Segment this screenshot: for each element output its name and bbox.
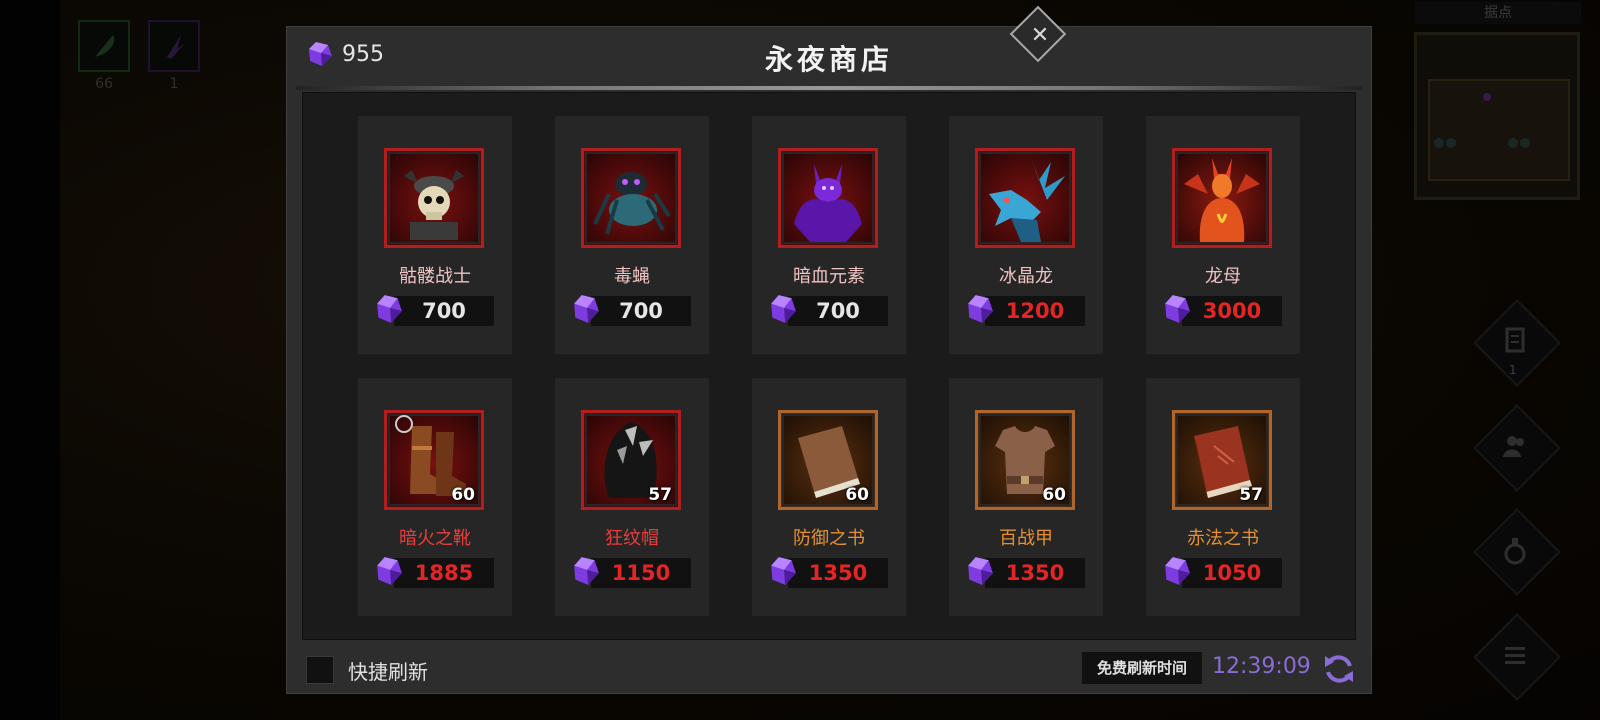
item-price: 1885 <box>414 561 474 585</box>
shop-item-card[interactable]: 冰晶龙 1200 <box>949 116 1103 354</box>
shop-item-card[interactable]: 57 狂纹帽 1150 <box>555 378 709 616</box>
purple-gem-icon <box>377 557 402 585</box>
purple-gem-icon <box>968 295 993 323</box>
skeleton-warrior-icon <box>404 170 464 240</box>
item-frame <box>778 148 878 248</box>
item-name: 赤法之书 <box>1187 528 1259 549</box>
shop-title: 永夜商店 <box>764 43 893 76</box>
refresh-icon[interactable] <box>1322 652 1356 686</box>
shop-item-card[interactable]: 60 百战甲 1350 <box>949 378 1103 616</box>
close-icon[interactable]: ✕ <box>1020 16 1060 56</box>
purple-gem-icon <box>377 295 402 323</box>
price-box: 1150 <box>591 558 691 588</box>
shop-item-card[interactable]: 毒蝇 700 <box>555 116 709 354</box>
price-box: 700 <box>788 296 888 326</box>
item-frame: 57 <box>581 410 681 510</box>
item-level: 60 <box>451 485 475 505</box>
purple-gem-icon <box>968 557 993 585</box>
price-box: 700 <box>394 296 494 326</box>
item-frame: 57 <box>1172 410 1272 510</box>
item-level: 60 <box>845 485 869 505</box>
shop-item-card[interactable]: 骷髅战士 700 <box>358 116 512 354</box>
dragon-mother-icon <box>1184 158 1260 242</box>
item-name: 毒蝇 <box>614 266 650 287</box>
item-name: 百战甲 <box>999 528 1053 549</box>
item-name: 暗火之靴 <box>399 528 471 549</box>
item-level: 57 <box>1239 485 1263 505</box>
price-box: 1350 <box>985 558 1085 588</box>
item-price: 1350 <box>1005 561 1065 585</box>
item-name: 骷髅战士 <box>399 266 471 287</box>
item-price: 1150 <box>611 561 671 585</box>
item-price: 700 <box>619 299 663 323</box>
item-level: 57 <box>648 485 672 505</box>
item-frame <box>1172 148 1272 248</box>
dark-blood-elemental-icon <box>794 164 862 242</box>
price-box: 1885 <box>394 558 494 588</box>
free-refresh-label: 免费刷新时间 <box>1082 652 1202 684</box>
item-frame <box>384 148 484 248</box>
price-box: 1350 <box>788 558 888 588</box>
ice-crystal-dragon-icon <box>989 158 1065 242</box>
item-frame: 60 <box>384 410 484 510</box>
refresh-timer: 12:39:09 <box>1212 654 1311 679</box>
item-frame <box>975 148 1075 248</box>
item-name: 狂纹帽 <box>605 528 659 549</box>
equipped-ring-icon <box>395 415 413 433</box>
shop-item-card[interactable]: 60 暗火之靴 1885 <box>358 378 512 616</box>
shop-item-card[interactable]: 龙母 3000 <box>1146 116 1300 354</box>
shop-item-card[interactable]: 暗血元素 700 <box>752 116 906 354</box>
quick-refresh-label[interactable]: 快捷刷新 <box>348 656 428 685</box>
quick-refresh-checkbox[interactable] <box>306 656 334 684</box>
item-frame <box>581 148 681 248</box>
item-name: 暗血元素 <box>793 266 865 287</box>
item-price: 1350 <box>808 561 868 585</box>
item-frame: 60 <box>778 410 878 510</box>
item-name: 冰晶龙 <box>999 266 1053 287</box>
item-price: 1200 <box>1005 299 1065 323</box>
purple-gem-icon <box>771 295 796 323</box>
item-level: 60 <box>1042 485 1066 505</box>
shop-item-card[interactable]: 57 赤法之书 1050 <box>1146 378 1300 616</box>
price-box: 1200 <box>985 296 1085 326</box>
purple-gem-icon <box>771 557 796 585</box>
item-price: 700 <box>422 299 466 323</box>
item-name: 龙母 <box>1205 266 1241 287</box>
header-divider <box>296 86 1362 90</box>
shop-header: 955 永夜商店 <box>286 26 1372 90</box>
poison-fly-icon <box>593 172 671 235</box>
purple-gem-icon <box>574 295 599 323</box>
price-box: 700 <box>591 296 691 326</box>
item-name: 防御之书 <box>793 528 865 549</box>
price-box: 3000 <box>1182 296 1282 326</box>
item-price: 1050 <box>1202 561 1262 585</box>
item-price: 700 <box>816 299 860 323</box>
item-frame: 60 <box>975 410 1075 510</box>
shop-footer: 快捷刷新 免费刷新时间 12:39:09 <box>286 642 1372 694</box>
price-box: 1050 <box>1182 558 1282 588</box>
item-price: 3000 <box>1202 299 1262 323</box>
purple-gem-icon <box>574 557 599 585</box>
purple-gem-icon <box>1165 295 1190 323</box>
purple-gem-icon <box>1165 557 1190 585</box>
shop-item-card[interactable]: 60 防御之书 1350 <box>752 378 906 616</box>
